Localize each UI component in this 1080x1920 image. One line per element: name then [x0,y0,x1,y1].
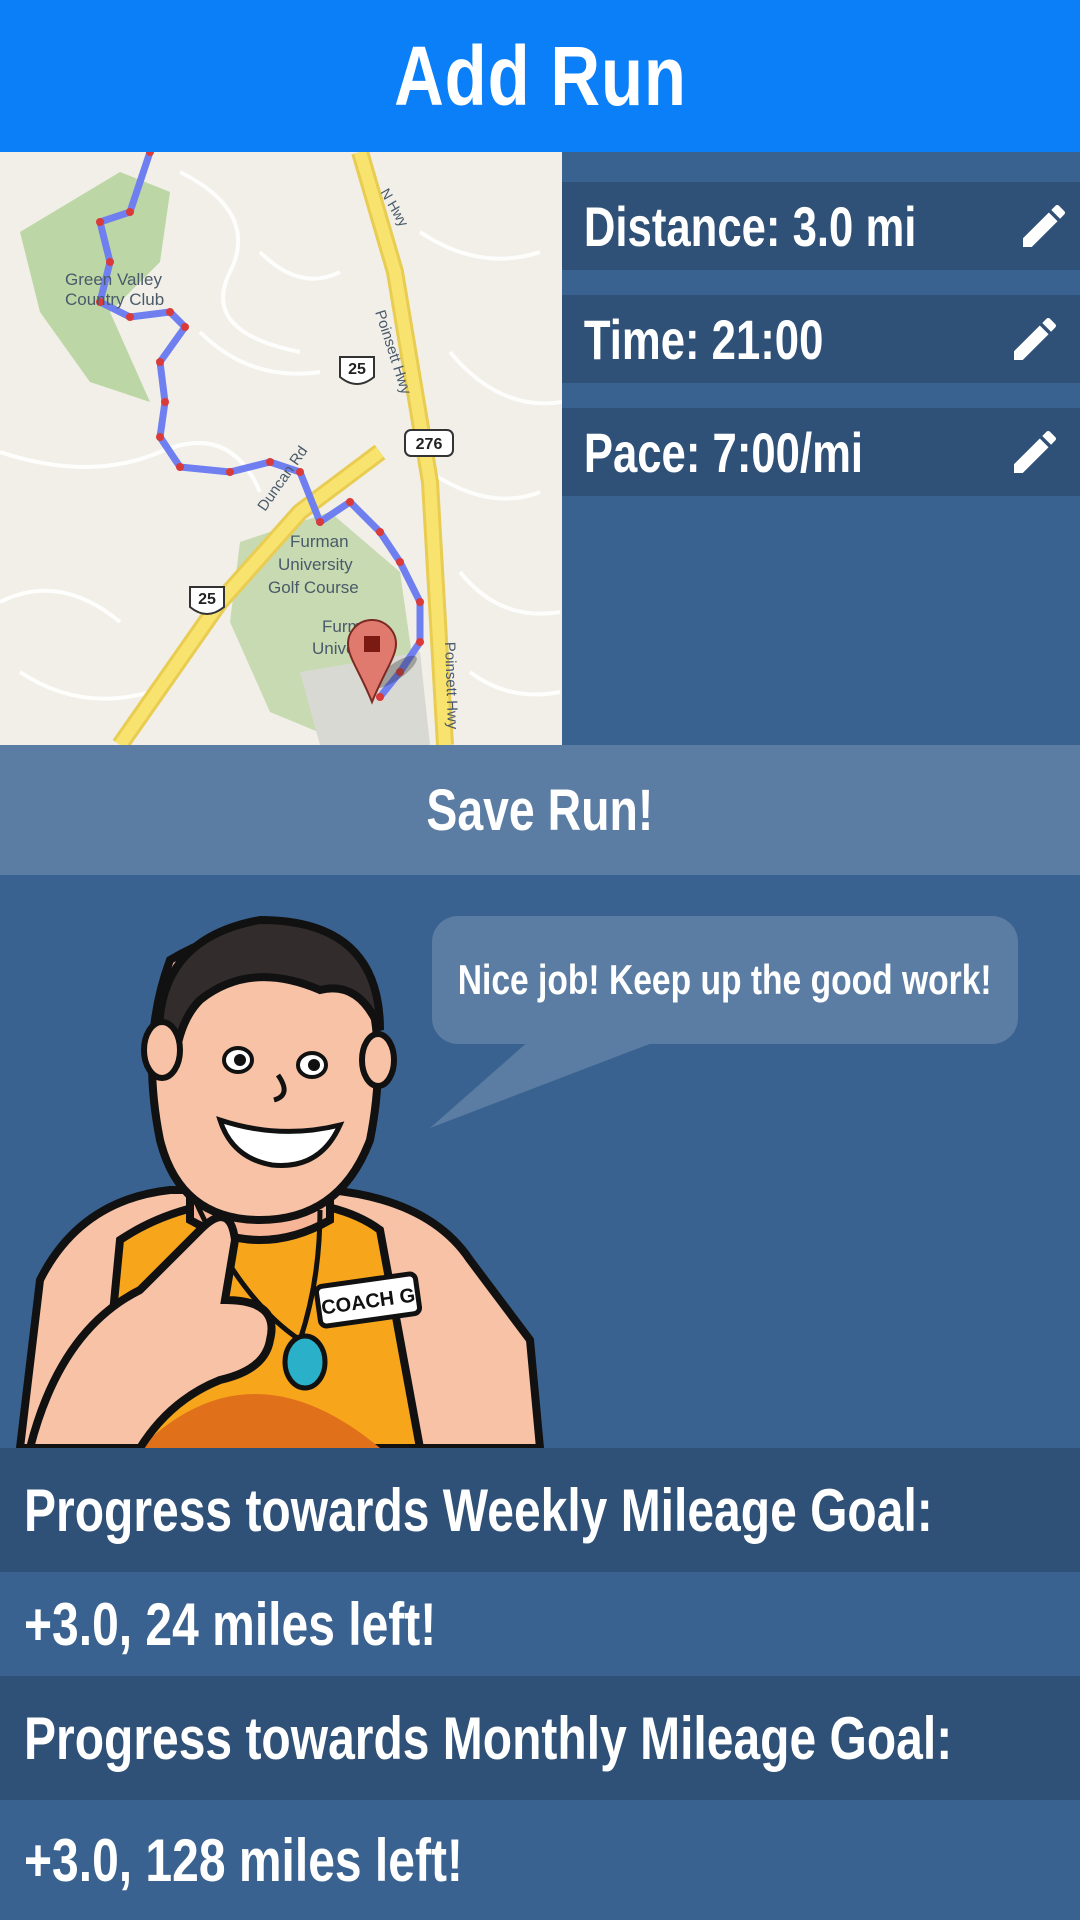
monthly-goal-title-row: Progress towards Monthly Mileage Goal: [0,1676,1080,1800]
map-label-poinsett-2: Poinsett Hwy [441,642,461,731]
map-label-golf-1: Furman [290,532,349,551]
pencil-icon [1023,204,1066,247]
monthly-goal-value-row: +3.0, 128 miles left! [0,1800,1080,1920]
speech-bubble: Nice job! Keep up the good work! [432,916,1018,1044]
edit-time-button[interactable] [1000,304,1070,374]
page-title: Add Run [393,28,687,123]
app-header: Add Run [0,0,1080,152]
route-25-shield: 25 [339,356,375,385]
route-map[interactable]: 25 25 276 Green Valley Country Club Furm… [0,152,562,745]
weekly-goal-value-row: +3.0, 24 miles left! [0,1572,1080,1676]
map-label-club-2: Country Club [65,290,164,309]
svg-text:25: 25 [348,361,366,378]
time-row: Time: 21:00 [562,295,1080,383]
svg-text:25: 25 [198,591,216,608]
run-stats-panel: Distance: 3.0 mi Time: 21:00 Pace: 7:00/… [562,152,1080,745]
weekly-goal-value: +3.0, 24 miles left! [24,1590,437,1658]
save-run-button[interactable]: Save Run! [0,745,1080,875]
edit-pace-button[interactable] [1000,417,1070,487]
pace-row: Pace: 7:00/mi [562,408,1080,496]
time-label: Time: 21:00 [583,307,824,371]
map-canvas: 25 25 276 Green Valley Country Club Furm… [0,152,562,745]
pace-label: Pace: 7:00/mi [583,420,864,484]
svg-text:276: 276 [416,436,443,453]
map-label-golf-3: Golf Course [268,578,359,597]
map-label-golf-2: University [278,555,353,574]
route-25-shield-south: 25 [189,586,225,615]
coach-message: Nice job! Keep up the good work! [458,956,992,1003]
pencil-icon [1014,430,1057,473]
speech-bubble-tail [430,1040,660,1128]
pencil-icon [1014,317,1057,360]
monthly-goal-value: +3.0, 128 miles left! [24,1826,463,1894]
distance-label: Distance: 3.0 mi [583,194,917,258]
route-276-shield: 276 [404,429,454,457]
monthly-goal-title: Progress towards Monthly Mileage Goal: [24,1704,953,1772]
map-label-club: Green Valley [65,270,163,289]
weekly-goal-title: Progress towards Weekly Mileage Goal: [24,1476,933,1544]
weekly-goal-title-row: Progress towards Weekly Mileage Goal: [0,1448,1080,1572]
edit-distance-button[interactable] [1016,191,1072,261]
distance-row: Distance: 3.0 mi [562,182,1080,270]
save-run-label: Save Run! [426,777,654,843]
